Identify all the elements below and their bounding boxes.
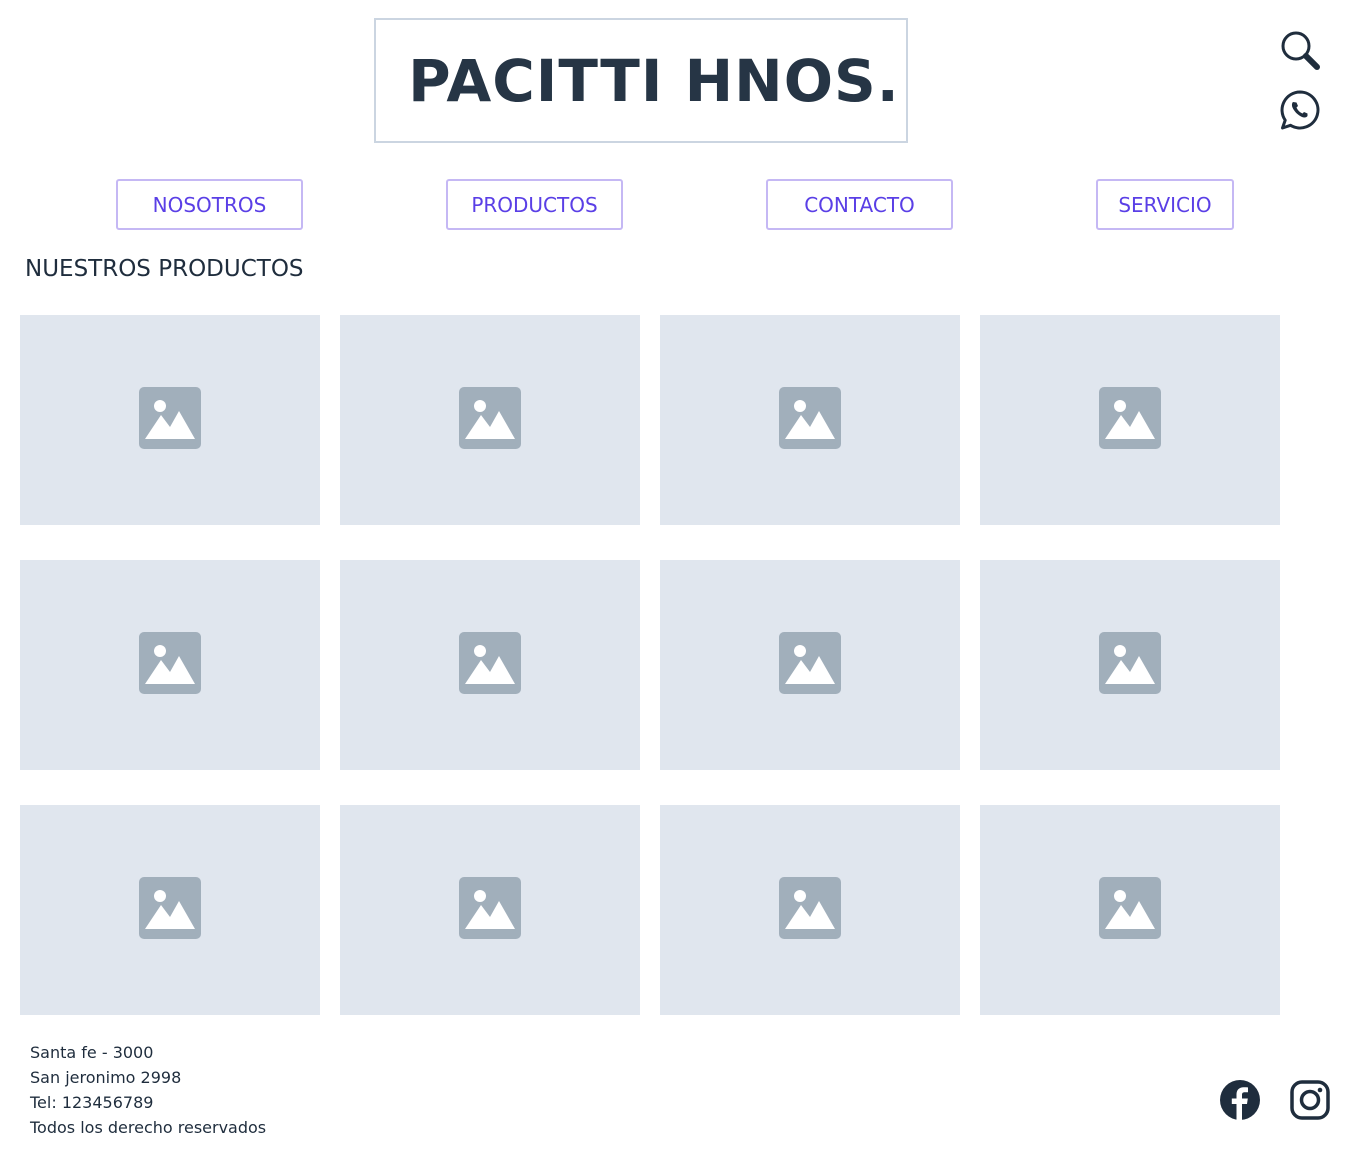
product-card[interactable]	[20, 315, 320, 525]
product-card[interactable]	[660, 315, 960, 525]
facebook-icon[interactable]	[1219, 1079, 1261, 1121]
footer-address: Santa fe - 3000	[30, 1043, 154, 1062]
product-card[interactable]	[340, 315, 640, 525]
footer-address-2: San jeronimo 2998	[30, 1068, 182, 1087]
search-icon[interactable]	[1278, 28, 1322, 72]
logo-text: PACITTI HNOS.	[408, 46, 900, 115]
product-card[interactable]	[20, 805, 320, 1015]
nav-contacto-button[interactable]: CONTACTO	[766, 179, 953, 230]
product-card[interactable]	[340, 805, 640, 1015]
image-placeholder-icon	[459, 387, 521, 453]
image-placeholder-icon	[139, 877, 201, 943]
product-card[interactable]	[20, 560, 320, 770]
footer-info: Santa fe - 3000 San jeronimo 2998 Tel: 1…	[30, 1040, 266, 1140]
image-placeholder-icon	[139, 632, 201, 698]
image-placeholder-icon	[1099, 877, 1161, 943]
nav-contacto-label: CONTACTO	[804, 192, 915, 217]
image-placeholder-icon	[459, 877, 521, 943]
image-placeholder-icon	[779, 877, 841, 943]
nav-nosotros-button[interactable]: NOSOTROS	[116, 179, 303, 230]
nav-servicio-button[interactable]: SERVICIO	[1096, 179, 1234, 230]
image-placeholder-icon	[779, 632, 841, 698]
product-card[interactable]	[340, 560, 640, 770]
image-placeholder-icon	[1099, 632, 1161, 698]
product-card[interactable]	[980, 315, 1280, 525]
footer-phone: Tel: 123456789	[30, 1093, 154, 1112]
image-placeholder-icon	[779, 387, 841, 453]
section-title: NUESTROS PRODUCTOS	[25, 256, 304, 282]
product-card[interactable]	[660, 805, 960, 1015]
image-placeholder-icon	[139, 387, 201, 453]
nav-servicio-label: SERVICIO	[1118, 192, 1212, 217]
product-card[interactable]	[980, 560, 1280, 770]
product-card[interactable]	[660, 560, 960, 770]
instagram-icon[interactable]	[1289, 1079, 1331, 1121]
nav-productos-label: PRODUCTOS	[471, 192, 598, 217]
product-card[interactable]	[980, 805, 1280, 1015]
nav-nosotros-label: NOSOTROS	[152, 192, 267, 217]
logo-box[interactable]: PACITTI HNOS.	[374, 18, 908, 143]
image-placeholder-icon	[1099, 387, 1161, 453]
nav-productos-button[interactable]: PRODUCTOS	[446, 179, 623, 230]
whatsapp-icon[interactable]	[1278, 88, 1322, 132]
image-placeholder-icon	[459, 632, 521, 698]
footer-copyright: Todos los derecho reservados	[30, 1118, 267, 1137]
